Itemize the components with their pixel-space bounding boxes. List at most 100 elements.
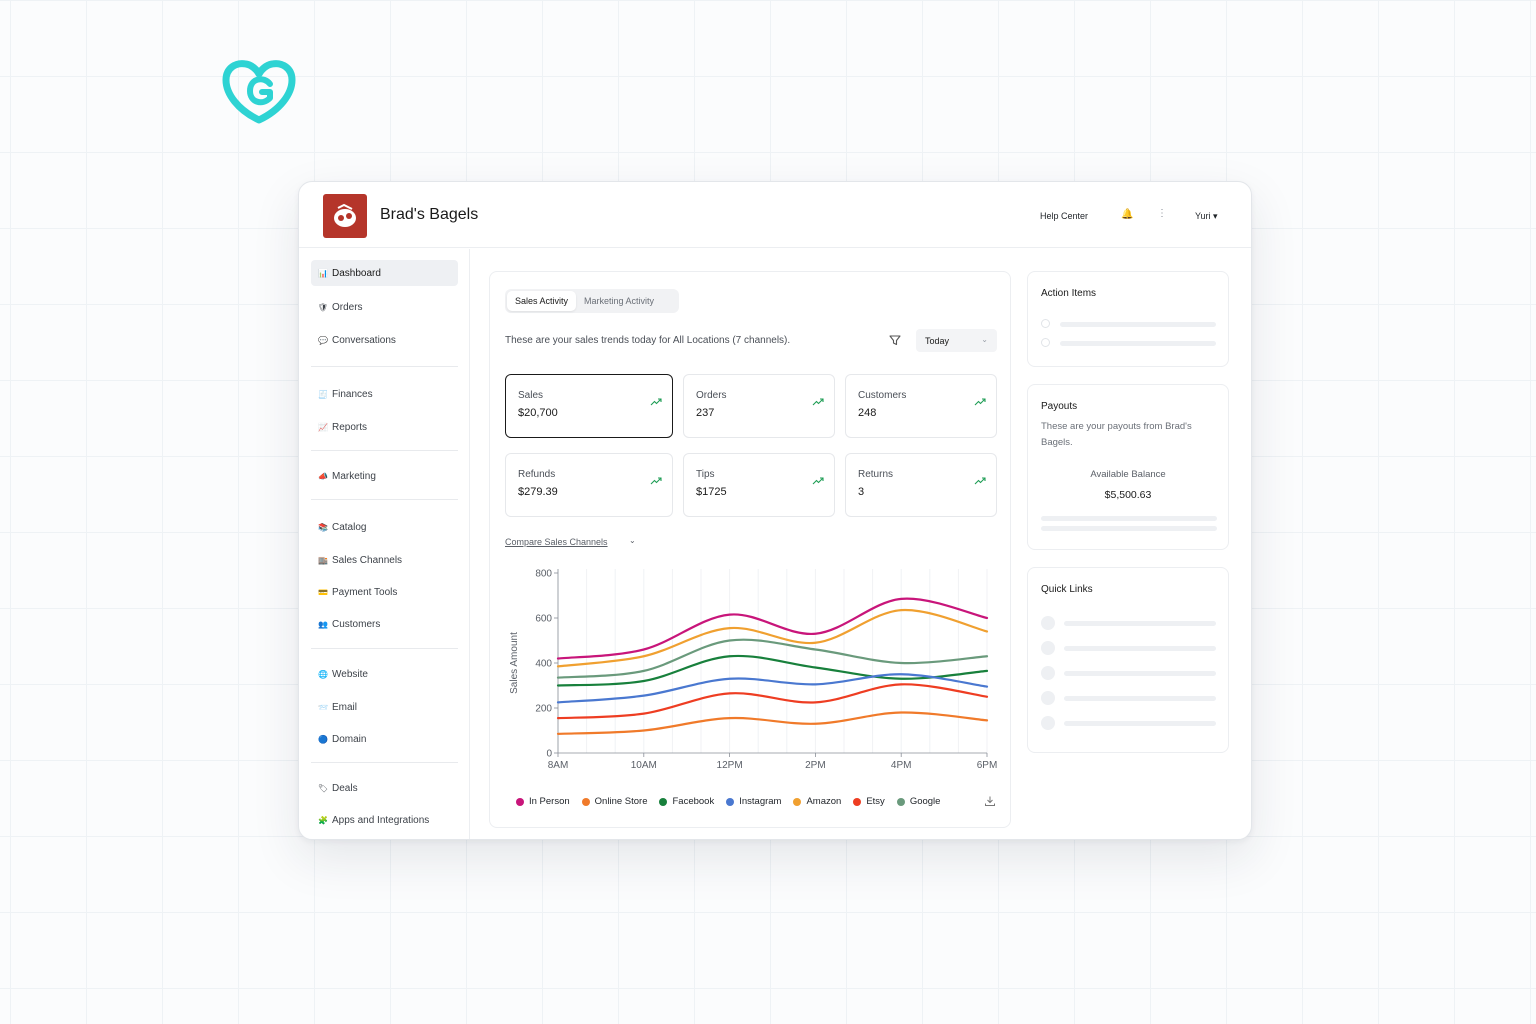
user-menu[interactable]: Yuri ▾ xyxy=(1195,211,1218,222)
sidebar-item-finances[interactable]: 🧾 Finances xyxy=(311,381,458,407)
sidebar-divider xyxy=(311,450,458,451)
sidebar-item-reports[interactable]: 📈 Reports xyxy=(311,414,458,440)
people-icon: 👥 xyxy=(318,619,328,629)
store-icon: 🏬 xyxy=(318,555,328,565)
legend-item[interactable]: Amazon xyxy=(793,796,841,807)
finances-icon: 🧾 xyxy=(318,389,328,399)
sidebar-divider xyxy=(311,366,458,367)
sidebar-item-customers[interactable]: 👥 Customers xyxy=(311,611,458,637)
more-options-icon[interactable]: ⋮ xyxy=(1157,208,1167,219)
legend-label: Google xyxy=(909,796,941,807)
bagel-icon xyxy=(334,203,356,227)
legend-item[interactable]: Online Store xyxy=(581,796,647,807)
legend-color-dot xyxy=(853,797,862,806)
y-tick-label: 200 xyxy=(535,704,552,715)
puzzle-icon: 🧩 xyxy=(318,815,328,825)
payouts-title: Payouts xyxy=(1041,401,1078,412)
skeleton-line xyxy=(1041,516,1217,521)
action-items-title: Action Items xyxy=(1041,288,1097,299)
sidebar-divider xyxy=(311,648,458,649)
sidebar-item-label: Conversations xyxy=(332,334,396,346)
legend-label: Amazon xyxy=(806,796,842,807)
skeleton-dot xyxy=(1041,716,1055,730)
sidebar-item-label: Customers xyxy=(332,618,381,630)
available-balance-value: $5,500.63 xyxy=(1104,489,1152,501)
sidebar-item-label: Website xyxy=(332,668,368,680)
sidebar-item-label: Dashboard xyxy=(332,267,381,279)
notification-bell-icon[interactable]: 🔔 xyxy=(1121,209,1133,220)
sales-activity-card: Sales Activity Marketing Activity These … xyxy=(489,271,1011,828)
sidebar-item-label: Reports xyxy=(332,421,368,433)
skeleton-line xyxy=(1041,526,1217,531)
orders-icon: 🛡 xyxy=(317,302,329,312)
sidebar-item-email[interactable]: 📨 Email xyxy=(311,694,458,720)
sidebar-item-label: Payment Tools xyxy=(332,586,398,598)
x-tick-label: 8AM xyxy=(548,760,569,771)
sidebar-divider xyxy=(311,762,458,763)
legend-color-dot xyxy=(659,797,668,806)
sidebar-item-label: Finances xyxy=(332,388,373,400)
sidebar-item-conversations[interactable]: 💬 Conversations xyxy=(311,327,458,353)
sidebar-item-label: Email xyxy=(332,701,358,713)
legend-item[interactable]: Facebook xyxy=(659,796,714,807)
chat-bubble-icon: 💬 xyxy=(318,335,328,345)
sidebar-divider xyxy=(311,499,458,500)
legend-label: Instagram xyxy=(739,796,782,807)
legend-item[interactable]: Instagram xyxy=(726,796,781,807)
sales-line-chart: 0 200 400 600 800 8AM 10AM 12PM 2PM 4PM 6PM Sales A… xyxy=(509,569,997,772)
skeleton-line xyxy=(1064,696,1216,701)
download-icon[interactable] xyxy=(984,795,996,807)
x-tick-label: 12PM xyxy=(717,760,743,771)
credit-card-icon: 💳 xyxy=(318,587,328,597)
quick-links-card: Quick Links xyxy=(1027,567,1229,753)
app-window: Brad's Bagels Help Center 🔔 ⋮ Yuri ▾ 📊 D… xyxy=(298,181,1252,840)
globe-icon: 🌐 xyxy=(318,669,328,679)
sidebar-item-marketing[interactable]: 📣 Marketing xyxy=(311,463,458,489)
domain-icon: 🔵 xyxy=(318,734,328,744)
bar-chart-icon: 📊 xyxy=(318,268,328,278)
store-name: Brad's Bagels xyxy=(380,206,479,223)
legend-item[interactable]: In Person xyxy=(516,796,570,807)
quick-links-title: Quick Links xyxy=(1041,584,1093,595)
sidebar-item-orders[interactable]: 🛡 Orders xyxy=(311,294,458,320)
tag-icon: 🏷 xyxy=(317,783,329,793)
x-tick-label: 10AM xyxy=(631,760,657,771)
sidebar: 📊 Dashboard 🛡 Orders 💬 Conversations 🧾 F… xyxy=(299,249,470,839)
sidebar-item-label: Sales Channels xyxy=(332,554,403,566)
sidebar-item-label: Apps and Integrations xyxy=(332,814,430,826)
sidebar-item-sales-channels[interactable]: 🏬 Sales Channels xyxy=(311,547,458,573)
chart-legend: In Person Online Store Facebook Instagram Am… xyxy=(516,796,952,807)
legend-color-dot xyxy=(581,797,590,806)
sidebar-item-deals[interactable]: 🏷 Deals xyxy=(311,775,458,801)
top-bar: Brad's Bagels Help Center 🔔 ⋮ Yuri ▾ xyxy=(299,182,1251,248)
y-tick-label: 600 xyxy=(535,614,552,625)
y-tick-label: 0 xyxy=(546,749,552,760)
legend-color-dot xyxy=(516,797,524,806)
legend-item[interactable]: Etsy xyxy=(853,796,885,807)
help-center-link[interactable]: Help Center xyxy=(1040,211,1088,221)
store-logo[interactable] xyxy=(323,194,367,238)
action-items-card: Action Items xyxy=(1027,271,1229,367)
sidebar-item-website[interactable]: 🌐 Website xyxy=(311,661,458,687)
skeleton-radio xyxy=(1041,319,1050,328)
skeleton-line xyxy=(1060,322,1216,327)
skeleton-line xyxy=(1064,646,1216,651)
sidebar-item-label: Domain xyxy=(332,733,367,745)
y-tick-label: 800 xyxy=(535,569,552,580)
sidebar-item-payment-tools[interactable]: 💳 Payment Tools xyxy=(311,579,458,605)
sidebar-item-label: Orders xyxy=(332,301,363,313)
legend-label: Facebook xyxy=(672,796,715,807)
skeleton-dot xyxy=(1041,641,1055,655)
skeleton-dot xyxy=(1041,616,1055,630)
catalog-icon: 📚 xyxy=(318,522,328,532)
sidebar-item-domain[interactable]: 🔵 Domain xyxy=(311,726,458,752)
sidebar-item-catalog[interactable]: 📚 Catalog xyxy=(311,514,458,540)
payouts-description: These are your payouts from Brad's Bagel… xyxy=(1041,421,1192,448)
legend-color-dot xyxy=(793,797,802,806)
y-axis-label: Sales Amount xyxy=(509,632,520,694)
sidebar-item-apps-and-integrations[interactable]: 🧩 Apps and Integrations xyxy=(311,807,458,833)
sidebar-item-label: Marketing xyxy=(332,470,376,482)
legend-item[interactable]: Google xyxy=(896,796,941,807)
skeleton-dot xyxy=(1041,666,1055,680)
sidebar-item-dashboard[interactable]: 📊 Dashboard xyxy=(311,260,458,286)
